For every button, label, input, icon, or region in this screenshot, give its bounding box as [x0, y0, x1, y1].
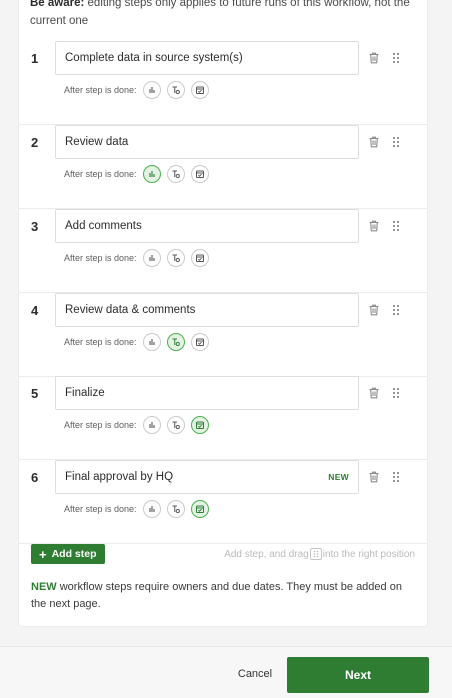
trash-icon[interactable]: [367, 470, 381, 484]
after-step-label: After step is done:: [64, 504, 137, 514]
bar-chart-icon[interactable]: [142, 333, 161, 351]
after-step-label: After step is done:: [64, 169, 137, 179]
calendar-check-icon[interactable]: [190, 81, 209, 99]
calendar-check-icon[interactable]: [190, 333, 209, 351]
workflow-step-row: 6 Final approval by HQ NEW After step is do…: [18, 460, 428, 544]
step-title: Final approval by HQ: [65, 471, 174, 483]
calendar-check-icon[interactable]: [190, 165, 209, 183]
next-button[interactable]: Next: [287, 657, 429, 693]
after-step-options: After step is done:: [64, 165, 215, 183]
text-check-icon[interactable]: [166, 249, 185, 267]
step-title-input[interactable]: Review data: [55, 125, 359, 159]
workflow-step-row: 3 Add comments After step is done:: [18, 209, 428, 293]
add-step-label: Add step: [51, 548, 97, 560]
trash-icon[interactable]: [367, 51, 381, 65]
workflow-step-row: 5 Finalize After step is done:: [18, 376, 428, 460]
step-title: Finalize: [65, 387, 105, 399]
calendar-check-icon[interactable]: [190, 500, 209, 518]
after-step-options: After step is done:: [64, 249, 215, 267]
workflow-step-row: 1 Complete data in source system(s) After …: [18, 41, 428, 125]
bar-chart-icon[interactable]: [142, 249, 161, 267]
text-check-icon[interactable]: [166, 165, 185, 183]
drag-handle-icon: [309, 548, 322, 560]
workflow-step-row: 2 Review data After step is done:: [18, 125, 428, 209]
add-hint-before: Add step, and drag: [224, 548, 309, 560]
after-step-label: After step is done:: [64, 420, 137, 430]
after-step-options: After step is done:: [64, 500, 215, 518]
notice-bold: Be aware:: [30, 0, 85, 9]
drag-handle-icon[interactable]: [390, 386, 402, 400]
workflow-step-row: 4 Review data & comments After step is don…: [18, 293, 428, 377]
new-steps-note-text: workflow steps require owners and due da…: [31, 581, 402, 610]
notice-text: editing steps only applies to future run…: [30, 0, 410, 27]
step-number: 1: [31, 51, 39, 66]
after-step-label: After step is done:: [64, 85, 137, 95]
calendar-check-icon[interactable]: [190, 416, 209, 434]
trash-icon[interactable]: [367, 219, 381, 233]
edit-notice: Be aware: editing steps only applies to …: [30, 0, 420, 30]
add-step-row: + Add step Add step, and drag into the r…: [31, 544, 415, 564]
action-bar: Cancel Next: [0, 646, 452, 698]
cancel-button[interactable]: Cancel: [226, 665, 284, 683]
trash-icon[interactable]: [367, 135, 381, 149]
step-title: Review data & comments: [65, 304, 196, 316]
step-title: Add comments: [65, 220, 142, 232]
step-title-input[interactable]: Complete data in source system(s): [55, 41, 359, 75]
bar-chart-icon[interactable]: [142, 416, 161, 434]
step-title-input[interactable]: Review data & comments: [55, 293, 359, 327]
after-step-options: After step is done:: [64, 333, 215, 351]
step-title: Review data: [65, 136, 129, 148]
drag-handle-icon[interactable]: [390, 303, 402, 317]
plus-icon: +: [39, 546, 47, 562]
bar-chart-icon[interactable]: [142, 165, 161, 183]
drag-handle-icon[interactable]: [390, 135, 402, 149]
new-tag: NEW: [31, 581, 57, 593]
trash-icon[interactable]: [367, 303, 381, 317]
step-number: 5: [31, 386, 39, 401]
text-check-icon[interactable]: [166, 333, 185, 351]
new-badge: NEW: [328, 472, 349, 482]
trash-icon[interactable]: [367, 386, 381, 400]
drag-handle-icon[interactable]: [390, 51, 402, 65]
drag-handle-icon[interactable]: [390, 470, 402, 484]
step-title: Complete data in source system(s): [65, 52, 243, 64]
new-steps-note: NEW workflow steps require owners and du…: [31, 579, 415, 613]
step-number: 3: [31, 219, 39, 234]
after-step-options: After step is done:: [64, 416, 215, 434]
add-step-button[interactable]: + Add step: [31, 544, 105, 564]
step-title-input[interactable]: Add comments: [55, 209, 359, 243]
bar-chart-icon[interactable]: [142, 81, 161, 99]
bar-chart-icon[interactable]: [142, 500, 161, 518]
step-number: 2: [31, 135, 39, 150]
after-step-label: After step is done:: [64, 337, 137, 347]
calendar-check-icon[interactable]: [190, 249, 209, 267]
step-title-input[interactable]: Final approval by HQ NEW: [55, 460, 359, 494]
drag-handle-icon[interactable]: [390, 219, 402, 233]
add-hint-after: into the right position: [322, 548, 415, 560]
step-title-input[interactable]: Finalize: [55, 376, 359, 410]
after-step-label: After step is done:: [64, 253, 137, 263]
text-check-icon[interactable]: [166, 81, 185, 99]
after-step-options: After step is done:: [64, 81, 215, 99]
text-check-icon[interactable]: [166, 500, 185, 518]
add-step-hint: Add step, and drag into the right positi…: [224, 548, 415, 560]
text-check-icon[interactable]: [166, 416, 185, 434]
step-number: 6: [31, 470, 39, 485]
step-number: 4: [31, 303, 39, 318]
